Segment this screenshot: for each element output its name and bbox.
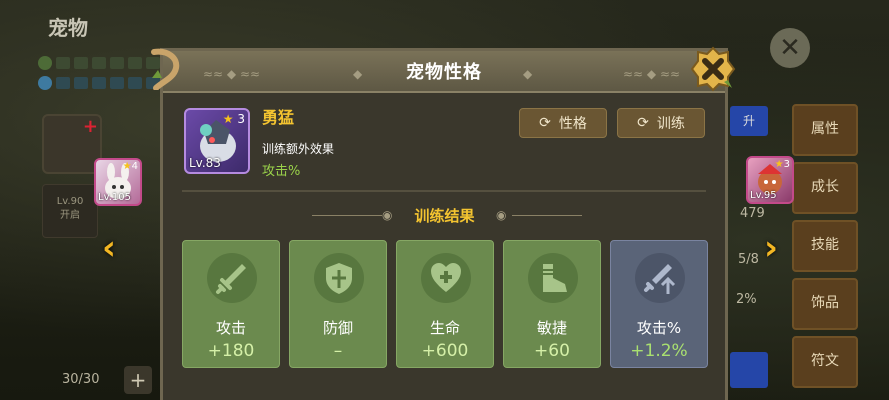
prev-pet-thumbnail[interactable]: ★4 Lv.105: [94, 158, 142, 206]
panel-header: ≈≈ ◆ ≈≈ ◆ 宠物性格 ◆ ≈≈ ◆ ≈≈: [163, 51, 725, 93]
close-button[interactable]: [690, 46, 736, 92]
section-title: 训练结果: [414, 207, 475, 225]
result-card-hp: 生命 +600: [396, 240, 494, 368]
train-button[interactable]: ⟳ 训练: [617, 108, 705, 138]
section-ornament: ◉: [496, 208, 507, 222]
background-blue-button[interactable]: [730, 352, 768, 388]
upgrade-button[interactable]: 升: [730, 106, 768, 136]
boot-icon: [543, 264, 567, 292]
next-pet-thumbnail[interactable]: ★3 Lv.95: [746, 156, 794, 204]
result-card-attack: 攻击 +180: [182, 240, 280, 368]
training-bonus-label: 训练额外效果: [262, 142, 335, 156]
bg-number: 2%: [736, 292, 757, 307]
divider: [182, 190, 706, 192]
bg-number: 5/8: [738, 252, 759, 267]
header-ornament: ≈≈ ◆ ≈≈: [623, 67, 681, 81]
screen-title: 宠物: [48, 16, 88, 40]
training-bonus-value: 攻击%: [262, 164, 301, 179]
pet-count: 30/30: [62, 372, 100, 387]
add-icon: +: [82, 116, 98, 137]
refresh-icon: ⟳: [637, 115, 649, 131]
scroll-ornament-icon: [151, 48, 180, 90]
result-card-attack-percent: 攻击% +1.2%: [610, 240, 708, 368]
side-tab-list: 属性 成长 技能 饰品 符文: [792, 104, 858, 394]
tab-skills[interactable]: 技能: [792, 220, 858, 272]
result-card-defense: 防御 –: [289, 240, 387, 368]
pet-avatar: ★ 3 Lv.83: [184, 108, 250, 174]
result-card-agility: 敏捷 +60: [503, 240, 601, 368]
prev-arrow-icon[interactable]: ‹: [102, 228, 116, 268]
sword-up-icon: [644, 264, 676, 294]
personality-button[interactable]: ⟳ 性格: [519, 108, 607, 138]
next-arrow-icon[interactable]: ›: [764, 228, 778, 268]
tab-accessories[interactable]: 饰品: [792, 278, 858, 330]
tab-runes[interactable]: 符文: [792, 336, 858, 388]
background-close-icon: ✕: [770, 28, 810, 68]
heart-icon: [431, 263, 461, 292]
equipment-slot[interactable]: +: [42, 114, 102, 174]
personality-name: 勇猛: [262, 108, 295, 127]
header-ornament: ◆: [523, 67, 533, 81]
sword-icon: [216, 264, 246, 294]
tab-attributes[interactable]: 属性: [792, 104, 858, 156]
refresh-icon: ⟳: [539, 115, 551, 131]
shield-icon: [326, 263, 352, 294]
section-line-right: [512, 215, 582, 216]
add-pet-button[interactable]: +: [124, 366, 152, 394]
